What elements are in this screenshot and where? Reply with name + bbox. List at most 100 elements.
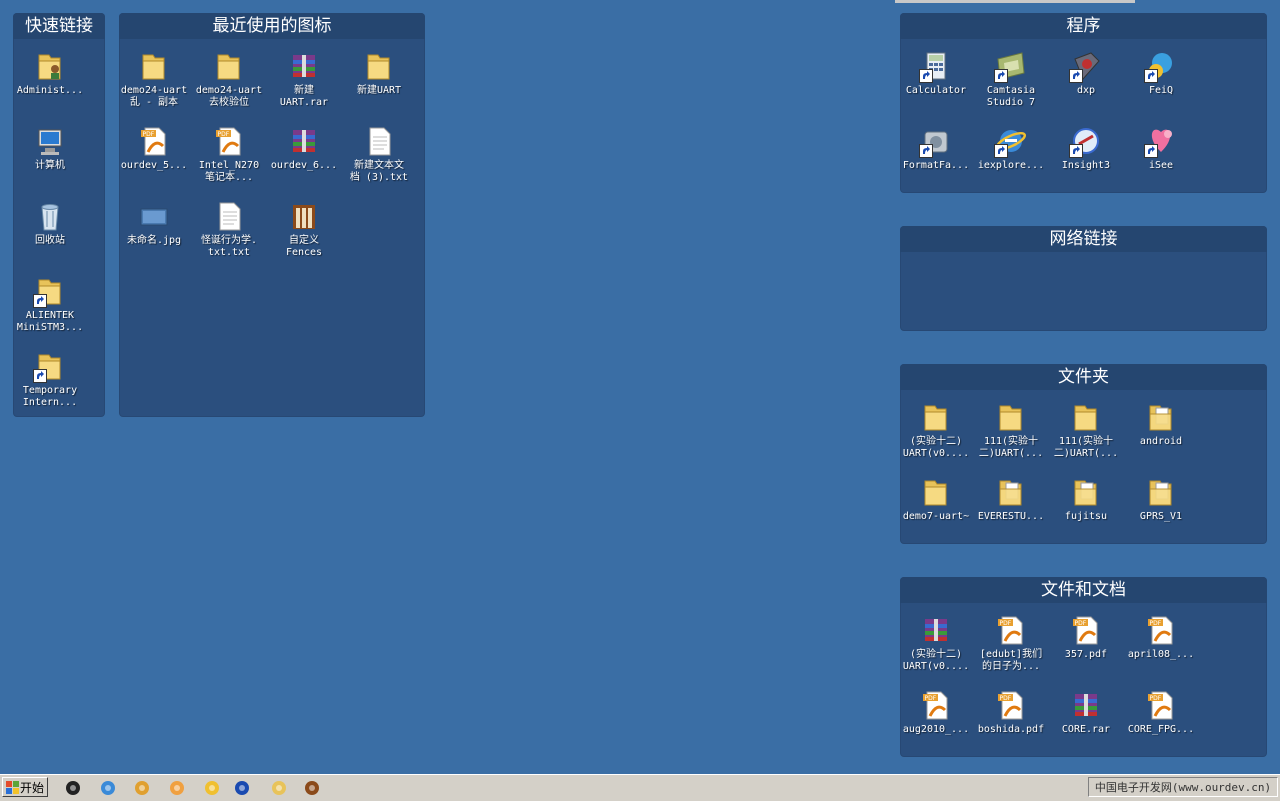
desktop-icon-item[interactable]: PDF Intel_N270 笔记本...	[193, 124, 265, 184]
face-icon[interactable]	[168, 779, 186, 797]
dxp-icon	[1069, 49, 1103, 83]
desktop-icon-item[interactable]: 自定义 Fences	[268, 199, 340, 259]
desktop-icon-item[interactable]: CORE.rar	[1050, 688, 1122, 736]
folder-icon	[212, 49, 246, 83]
desktop-icon-item[interactable]: PDF ourdev_5...	[118, 124, 190, 172]
desktop-icon-item[interactable]: FeiQ	[1125, 49, 1197, 97]
desktop-icon-item[interactable]: PDF 357.pdf	[1050, 613, 1122, 661]
fence-network-links[interactable]: 网络链接	[900, 226, 1267, 331]
desktop-icon-item[interactable]: iSee	[1125, 124, 1197, 172]
desktop-icon-item[interactable]: PDF aug2010_...	[900, 688, 972, 736]
feiq-icon	[1144, 49, 1178, 83]
icon-label: android	[1139, 436, 1183, 447]
desktop-icon-item[interactable]: 回收站	[14, 199, 86, 247]
fence-folders[interactable]: 文件夹 (实验十二) UART(v0.... 111(实验十 二)UART(...…	[900, 364, 1267, 544]
folder-doc-icon	[994, 475, 1028, 509]
pdf-icon: PDF	[1144, 613, 1178, 647]
recycle-bin-icon	[33, 199, 67, 233]
icon-label: (实验十二) UART(v0....	[902, 649, 970, 672]
folder-icon	[919, 400, 953, 434]
desktop-icon-item[interactable]: 计算机	[14, 124, 86, 172]
icon-label: fujitsu	[1064, 511, 1108, 522]
rar-icon	[287, 124, 321, 158]
system-tray[interactable]: 中国电子开发网(www.ourdev.cn)	[1088, 777, 1278, 797]
icon-label: Insight3	[1061, 160, 1111, 171]
icon-label: (实验十二) UART(v0....	[902, 436, 970, 459]
desktop-icon-item[interactable]: FormatFa...	[900, 124, 972, 172]
desktop-icon-item[interactable]: 怪诞行为学. txt.txt	[193, 199, 265, 259]
desktop-icon-item[interactable]: ourdev_6...	[268, 124, 340, 172]
desktop-icon-item[interactable]: PDF april08_...	[1125, 613, 1197, 661]
rar-icon	[1069, 688, 1103, 722]
desktop-icon-item[interactable]: ALIENTEK MiniSTM3...	[14, 274, 86, 334]
desktop-icon-item[interactable]: 新建 UART.rar	[268, 49, 340, 109]
desktop-icon-item[interactable]: android	[1125, 400, 1197, 448]
pdf-icon: PDF	[212, 124, 246, 158]
desktop-icon-item[interactable]: EVERESTU...	[975, 475, 1047, 523]
icon-label: demo24-uart 去校验位	[195, 85, 263, 108]
s-app-icon[interactable]	[233, 779, 251, 797]
shortcut-arrow-icon	[1144, 69, 1158, 83]
desktop-icon-item[interactable]: Camtasia Studio 7	[975, 49, 1047, 109]
start-button[interactable]: 开始	[2, 777, 48, 797]
desktop-icon-item[interactable]: demo24-uart 去校验位	[193, 49, 265, 109]
rar-icon	[919, 613, 953, 647]
desktop-icon-item[interactable]: fujitsu	[1050, 475, 1122, 523]
icon-label: 新建 UART.rar	[279, 85, 329, 108]
paint-icon[interactable]	[133, 779, 151, 797]
icon-label: [edubt]我们 的日子为...	[979, 649, 1043, 672]
folder-icon	[919, 475, 953, 509]
desktop-icon-item[interactable]: demo7-uart~	[900, 475, 972, 523]
icon-label: Temporary Intern...	[22, 385, 78, 408]
pdf-icon: PDF	[994, 688, 1028, 722]
fence-programs[interactable]: 程序 Calculator Camtasia Studio 7 dxp FeiQ For…	[900, 13, 1267, 193]
desktop-icon-item[interactable]: demo24-uart 乱 - 副本	[118, 49, 190, 109]
shortcut-arrow-icon	[919, 144, 933, 158]
fence-title: 网络链接	[900, 226, 1267, 252]
icon-label: demo7-uart~	[902, 511, 970, 522]
desktop-icon-item[interactable]: Insight3	[1050, 124, 1122, 172]
fence-recent-icons[interactable]: 最近使用的图标 demo24-uart 乱 - 副本 demo24-uart 去校…	[119, 13, 425, 417]
folder-icon	[137, 49, 171, 83]
svg-text:PDF: PDF	[143, 131, 155, 138]
svg-text:PDF: PDF	[1150, 695, 1162, 702]
folder-icon	[994, 400, 1028, 434]
folder-doc-icon	[1144, 475, 1178, 509]
desktop-icon-item[interactable]: iexplore...	[975, 124, 1047, 172]
image-icon	[137, 199, 171, 233]
fence-title: 程序	[900, 13, 1267, 39]
desktop-icon-item[interactable]: Temporary Intern...	[14, 349, 86, 409]
desktop-icon-item[interactable]: 未命名.jpg	[118, 199, 190, 247]
qq-icon[interactable]	[64, 779, 82, 797]
desktop-icon-item[interactable]: PDF [edubt]我们 的日子为...	[975, 613, 1047, 673]
desktop-icon-item[interactable]: (实验十二) UART(v0....	[900, 613, 972, 673]
desktop-icon-item[interactable]: Calculator	[900, 49, 972, 97]
folder-shortcut-icon	[33, 274, 67, 308]
desktop-icon-item[interactable]: PDF boshida.pdf	[975, 688, 1047, 736]
fence-quick-links[interactable]: 快速链接 Administ... 计算机 回收站 ALIENTEK MiniSTM3.…	[13, 13, 105, 417]
desktop-icon-item[interactable]: Administ...	[14, 49, 86, 97]
icon-label: Intel_N270 笔记本...	[198, 160, 260, 183]
browser-icon[interactable]	[99, 779, 117, 797]
windows-logo-icon	[6, 781, 19, 794]
icon-label: Administ...	[16, 85, 84, 96]
desktop-icon-item[interactable]: dxp	[1050, 49, 1122, 97]
desktop-icon-item[interactable]: 新建文本文 档 (3).txt	[343, 124, 415, 184]
desktop-icon-item[interactable]: (实验十二) UART(v0....	[900, 400, 972, 460]
fences-icon	[287, 199, 321, 233]
icon-label: boshida.pdf	[977, 724, 1045, 735]
bulb-icon[interactable]	[203, 779, 221, 797]
fences-icon[interactable]	[303, 779, 321, 797]
fence-files-docs[interactable]: 文件和文档 (实验十二) UART(v0.... PDF [edubt]我们 的日子…	[900, 577, 1267, 757]
icon-label: Calculator	[905, 85, 967, 96]
icon-label: 新建文本文 档 (3).txt	[349, 160, 409, 183]
icon-label: EVERESTU...	[977, 511, 1045, 522]
desktop-icon-item[interactable]: 111(实验十 二)UART(...	[1050, 400, 1122, 460]
desktop-icon-item[interactable]: 新建UART	[343, 49, 415, 97]
tray-watermark-text: 中国电子开发网(www.ourdev.cn)	[1094, 781, 1272, 794]
desktop-icon-item[interactable]: GPRS_V1	[1125, 475, 1197, 523]
shortcut-arrow-icon	[994, 69, 1008, 83]
desktop-icon-item[interactable]: 111(实验十 二)UART(...	[975, 400, 1047, 460]
desktop-icon-item[interactable]: PDF CORE_FPG...	[1125, 688, 1197, 736]
explorer-icon[interactable]	[270, 779, 288, 797]
